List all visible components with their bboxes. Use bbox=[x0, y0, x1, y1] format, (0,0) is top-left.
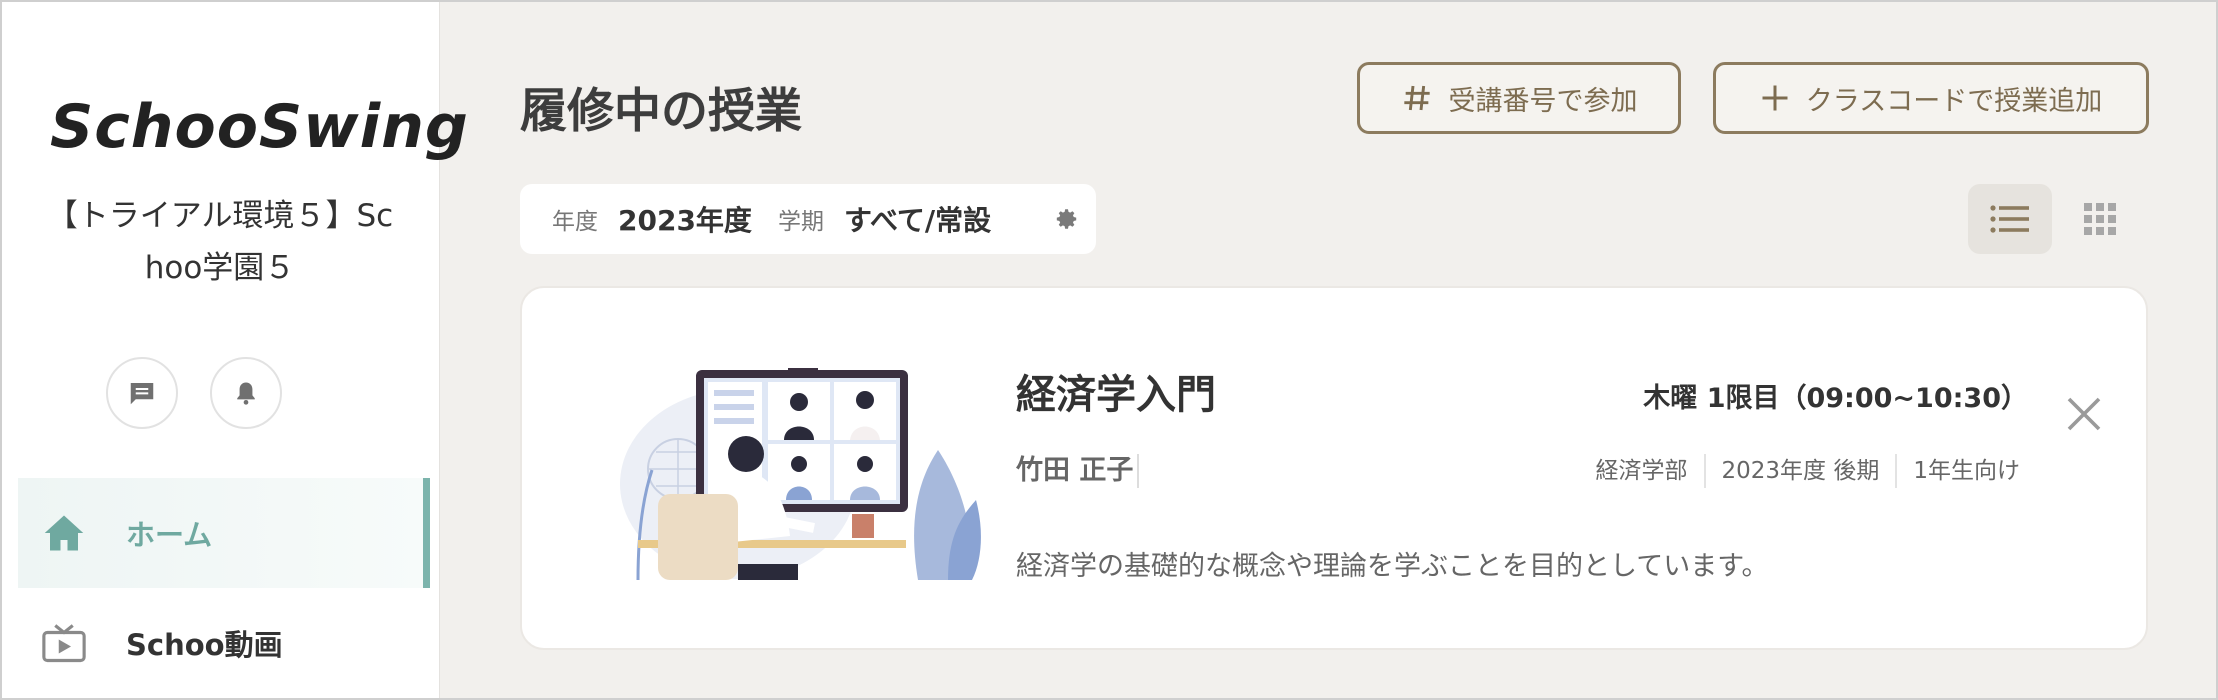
course-faculty: 経済学部 bbox=[1595, 458, 1688, 484]
bell-icon bbox=[237, 382, 255, 405]
organization-name: 【トライアル環境５】Schoo学園５ bbox=[46, 198, 394, 286]
year-label: 年度 bbox=[552, 209, 598, 235]
close-icon[interactable] bbox=[2064, 394, 2104, 434]
course-schedule: 木曜 1限目（09:00~10:30） bbox=[1643, 383, 2028, 414]
list-view-button[interactable] bbox=[1968, 184, 2052, 254]
year-value: 2023年度 bbox=[618, 204, 752, 237]
course-target: 1年生向け bbox=[1895, 454, 2036, 488]
page-title: 履修中の授業 bbox=[520, 84, 802, 139]
messages-button[interactable] bbox=[106, 357, 178, 429]
nav-item-home-label: ホーム bbox=[126, 518, 213, 552]
term-filter[interactable]: 年度 2023年度 学期 すべて/常設 bbox=[520, 184, 1096, 254]
add-by-class-code-label: クラスコードで授業追加 bbox=[1805, 85, 2103, 117]
app-logo[interactable]: SchooSwing bbox=[50, 92, 469, 162]
term-label: 学期 bbox=[777, 209, 824, 235]
online-class-illustration bbox=[620, 368, 981, 580]
hash-icon bbox=[1401, 82, 1433, 114]
course-term: 2023年度 後期 bbox=[1703, 454, 1896, 488]
term-value: すべて/常設 bbox=[843, 204, 992, 237]
course-meta: 経済学部 2023年度 後期 1年生向け bbox=[1580, 454, 2037, 488]
grid-view-button[interactable] bbox=[2058, 184, 2142, 254]
course-teacher: 竹田 正子 bbox=[1016, 454, 1140, 488]
nav-item-schoo-video-label: Schoo動画 bbox=[126, 628, 283, 662]
join-by-number-button[interactable]: 受講番号で参加 bbox=[1357, 62, 1681, 134]
notifications-button[interactable] bbox=[210, 357, 282, 429]
course-description: 経済学の基礎的な概念や理論を学ぶことを目的としています。 bbox=[1016, 551, 1769, 582]
add-by-class-code-button[interactable]: クラスコードで授業追加 bbox=[1713, 62, 2149, 134]
list-icon bbox=[1990, 205, 2029, 233]
course-title[interactable]: 経済学入門 bbox=[1016, 362, 1216, 420]
nav-item-home[interactable]: ホーム bbox=[18, 478, 430, 588]
home-icon bbox=[40, 509, 88, 557]
nav-item-schoo-video[interactable]: Schoo動画 bbox=[18, 588, 430, 698]
sidebar: SchooSwing 【トライアル環境５】Schoo学園５ ホーム Schoo動… bbox=[0, 0, 468, 700]
grid-icon bbox=[2084, 203, 2116, 235]
tv-icon bbox=[40, 619, 88, 667]
plus-icon bbox=[1760, 83, 1790, 113]
message-icon bbox=[130, 383, 154, 405]
course-card[interactable]: 経済学入門 木曜 1限目（09:00~10:30） 竹田 正子 経済学部 202… bbox=[520, 286, 2148, 650]
join-by-number-label: 受講番号で参加 bbox=[1448, 85, 1638, 117]
gear-icon[interactable] bbox=[1054, 206, 1080, 236]
